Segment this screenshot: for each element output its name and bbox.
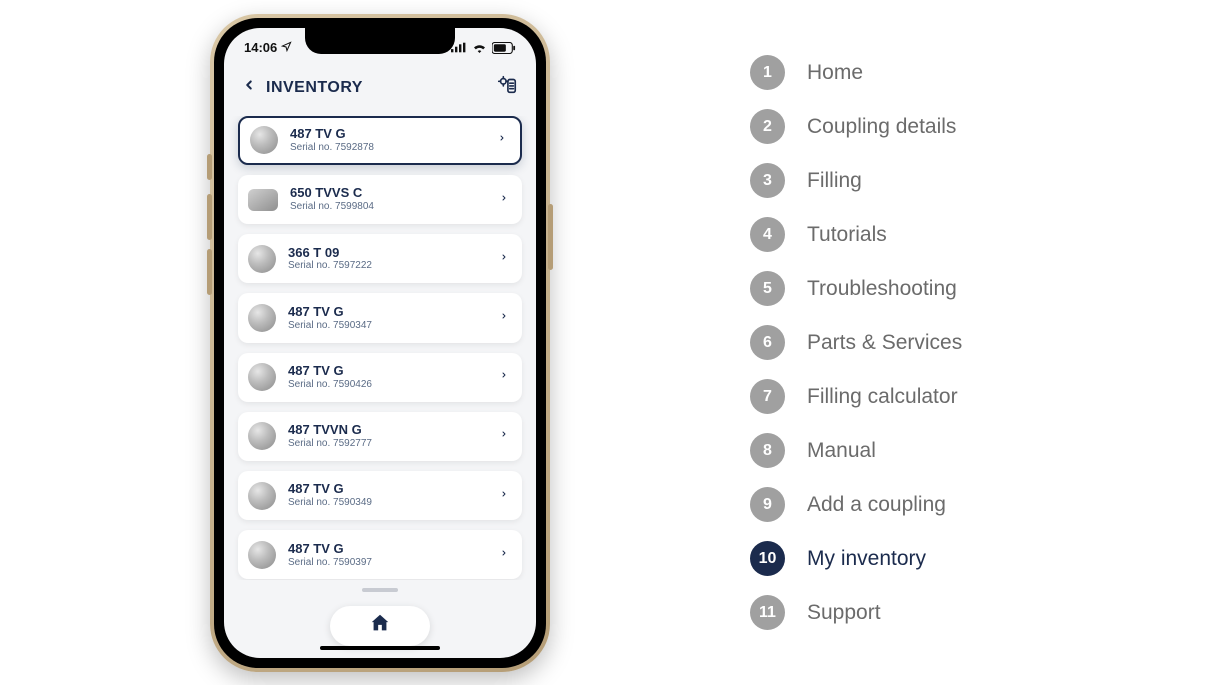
item-serial: Serial no. 7590347 — [288, 320, 488, 332]
app-bar: INVENTORY — [224, 68, 536, 116]
legend-item[interactable]: 4 Tutorials — [750, 217, 962, 252]
legend-number-badge: 2 — [750, 109, 785, 144]
legend-number-badge: 6 — [750, 325, 785, 360]
legend-item[interactable]: 8 Manual — [750, 433, 962, 468]
chevron-right-icon — [500, 487, 508, 505]
chevron-right-icon — [500, 309, 508, 327]
chevron-right-icon — [500, 546, 508, 564]
legend-item[interactable]: 10 My inventory — [750, 541, 962, 576]
legend-item[interactable]: 3 Filling — [750, 163, 962, 198]
legend-label: Filling — [807, 169, 862, 193]
legend-number-badge: 7 — [750, 379, 785, 414]
item-title: 487 TVVN G — [288, 423, 488, 438]
chevron-right-icon — [500, 427, 508, 445]
legend-number-badge: 8 — [750, 433, 785, 468]
home-button[interactable] — [330, 606, 430, 646]
back-button[interactable] — [242, 76, 256, 99]
legend-item[interactable]: 5 Troubleshooting — [750, 271, 962, 306]
item-serial: Serial no. 7590349 — [288, 497, 488, 509]
page-title: INVENTORY — [266, 79, 363, 97]
inventory-item[interactable]: 487 TV G Serial no. 7590349 — [238, 471, 522, 520]
coupling-thumbnail — [248, 541, 276, 569]
chevron-right-icon — [500, 250, 508, 268]
legend-item[interactable]: 9 Add a coupling — [750, 487, 962, 522]
inventory-item[interactable]: 366 T 09 Serial no. 7597222 — [238, 234, 522, 283]
coupling-thumbnail — [250, 126, 278, 154]
legend-number-badge: 11 — [750, 595, 785, 630]
coupling-thumbnail — [248, 304, 276, 332]
item-title: 366 T 09 — [288, 246, 488, 261]
home-indicator — [320, 646, 440, 650]
inventory-item[interactable]: 487 TVVN G Serial no. 7592777 — [238, 412, 522, 461]
item-title: 650 TVVS C — [290, 186, 488, 201]
inventory-item[interactable]: 487 TV G Serial no. 7590397 — [238, 530, 522, 579]
legend-number-badge: 3 — [750, 163, 785, 198]
legend-item[interactable]: 7 Filling calculator — [750, 379, 962, 414]
item-title: 487 TV G — [288, 482, 488, 497]
legend-label: Coupling details — [807, 115, 956, 139]
phone-frame: 14:06 — [210, 14, 550, 672]
item-serial: Serial no. 7590426 — [288, 379, 488, 391]
legend-label: Support — [807, 601, 881, 625]
add-coupling-icon[interactable] — [496, 74, 518, 101]
legend-label: Home — [807, 61, 863, 85]
legend-label: Manual — [807, 439, 876, 463]
wifi-icon — [472, 42, 487, 53]
legend-list: 1 Home 2 Coupling details 3 Filling 4 Tu… — [750, 55, 962, 630]
inventory-item[interactable]: 650 TVVS C Serial no. 7599804 — [238, 175, 522, 224]
status-time: 14:06 — [244, 40, 277, 55]
legend-number-badge: 9 — [750, 487, 785, 522]
legend-number-badge: 4 — [750, 217, 785, 252]
legend-item[interactable]: 1 Home — [750, 55, 962, 90]
legend-item[interactable]: 11 Support — [750, 595, 962, 630]
inventory-item[interactable]: 487 TV G Serial no. 7592878 — [238, 116, 522, 165]
legend-label: Add a coupling — [807, 493, 946, 517]
legend-label: Tutorials — [807, 223, 887, 247]
chevron-right-icon — [500, 368, 508, 386]
legend-number-badge: 5 — [750, 271, 785, 306]
item-serial: Serial no. 7592777 — [288, 438, 488, 450]
legend-item[interactable]: 2 Coupling details — [750, 109, 962, 144]
app-screen: 14:06 — [224, 28, 536, 658]
item-serial: Serial no. 7592878 — [290, 142, 486, 154]
location-icon — [281, 40, 292, 55]
chevron-right-icon — [500, 191, 508, 209]
coupling-thumbnail — [248, 422, 276, 450]
coupling-thumbnail — [248, 189, 278, 211]
inventory-item[interactable]: 487 TV G Serial no. 7590426 — [238, 353, 522, 402]
item-title: 487 TV G — [288, 542, 488, 557]
coupling-thumbnail — [248, 245, 276, 273]
item-title: 487 TV G — [288, 305, 488, 320]
legend-item[interactable]: 6 Parts & Services — [750, 325, 962, 360]
battery-icon — [492, 42, 516, 54]
item-serial: Serial no. 7590397 — [288, 557, 488, 569]
legend-label: Parts & Services — [807, 331, 962, 355]
phone-notch — [305, 28, 455, 54]
item-serial: Serial no. 7597222 — [288, 260, 488, 272]
legend-label: My inventory — [807, 547, 926, 571]
home-icon — [369, 612, 391, 639]
legend-number-badge: 10 — [750, 541, 785, 576]
legend-label: Troubleshooting — [807, 277, 957, 301]
inventory-item[interactable]: 487 TV G Serial no. 7590347 — [238, 293, 522, 342]
coupling-thumbnail — [248, 363, 276, 391]
item-title: 487 TV G — [288, 364, 488, 379]
chevron-right-icon — [498, 131, 506, 149]
legend-label: Filling calculator — [807, 385, 958, 409]
legend-number-badge: 1 — [750, 55, 785, 90]
item-serial: Serial no. 7599804 — [290, 201, 488, 213]
coupling-thumbnail — [248, 482, 276, 510]
item-title: 487 TV G — [290, 127, 486, 142]
inventory-list[interactable]: 487 TV G Serial no. 7592878 650 TVVS C S… — [224, 116, 536, 580]
drag-handle[interactable] — [224, 580, 536, 600]
